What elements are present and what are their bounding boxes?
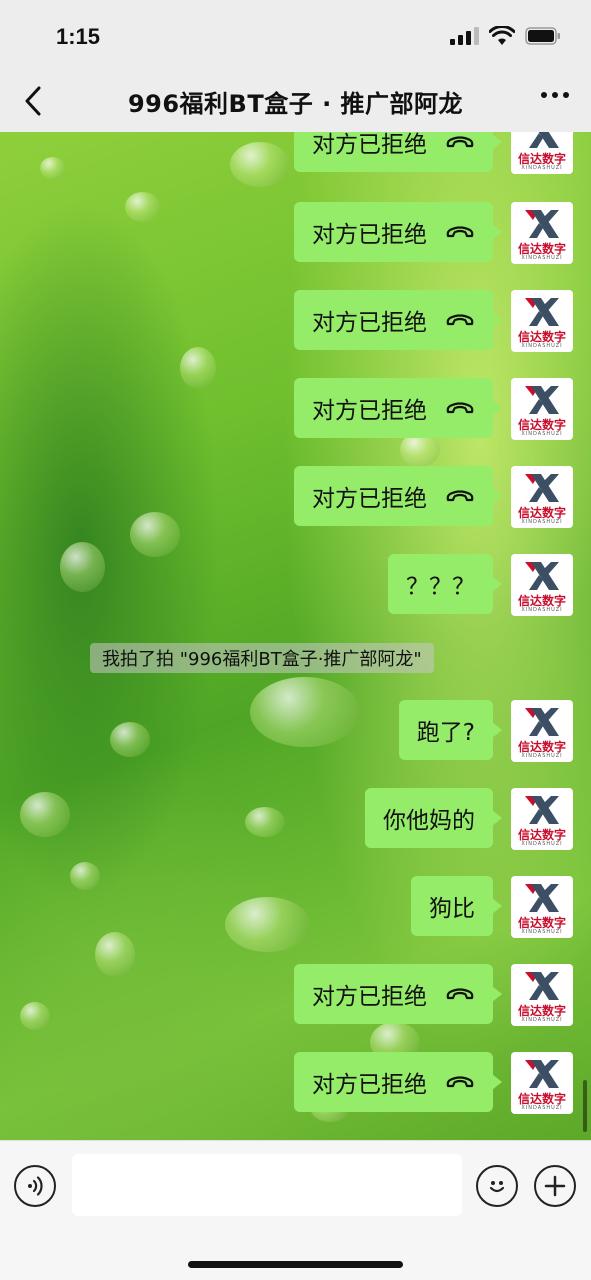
status-time: 1:15: [56, 24, 101, 49]
avatar[interactable]: 信达数字 XINDASHUZI: [511, 876, 573, 938]
message-row: 对方已拒绝 信达数字 XINDASHUZI: [294, 290, 573, 352]
message-text: 你他妈的: [383, 808, 475, 834]
brand-logo-icon: [525, 972, 559, 1000]
message-bubble[interactable]: 狗比: [411, 876, 502, 936]
avatar[interactable]: 信达数字 XINDASHUZI: [511, 466, 573, 528]
message-row: 对方已拒绝 信达数字 XINDASHUZI: [294, 202, 573, 264]
message-text: 对方已拒绝: [312, 398, 427, 424]
brand-logo-icon: [525, 298, 559, 326]
top-bar: 1:15 996福利BT盒子 · 推广部阿龙: [0, 0, 591, 132]
brand-name-en: XINDASHUZI: [521, 255, 563, 261]
brand-name-en: XINDASHUZI: [521, 841, 563, 847]
message-text: 对方已拒绝: [312, 310, 427, 336]
call-bubble[interactable]: 对方已拒绝: [294, 1052, 502, 1112]
message-bubble[interactable]: 跑了?: [398, 700, 503, 760]
avatar[interactable]: 信达数字 XINDASHUZI: [511, 554, 573, 616]
hangup-icon: [445, 225, 475, 239]
message-row: 对方已拒绝 信达数字 XINDASHUZI: [294, 378, 573, 440]
brand-logo-icon: [525, 210, 559, 238]
avatar[interactable]: 信达数字 XINDASHUZI: [511, 132, 573, 174]
system-message: 我拍了拍 "996福利BT盒子·推广部阿龙": [90, 643, 434, 673]
status-icons: [450, 26, 561, 46]
chat-area[interactable]: 对方已拒绝 信达数字 XINDASHUZI 对方已拒绝 信达数字 XINDASHUZI 对方…: [0, 132, 591, 1140]
chat-title: 996福利BT盒子 · 推广部阿龙: [127, 90, 464, 118]
message-row: 对方已拒绝 信达数字 XINDASHUZI: [294, 466, 573, 528]
voice-button[interactable]: [14, 1165, 56, 1207]
message-text: 狗比: [429, 896, 475, 922]
message-text: 跑了?: [416, 720, 475, 746]
avatar[interactable]: 信达数字 XINDASHUZI: [511, 700, 573, 762]
hangup-icon: [445, 135, 475, 149]
emoji-icon: [489, 1181, 505, 1193]
message-text: 对方已拒绝: [312, 222, 427, 248]
voice-icon: [28, 1176, 43, 1196]
brand-name-en: XINDASHUZI: [521, 519, 563, 525]
wifi-icon: [489, 26, 515, 46]
brand-logo-icon: [525, 796, 559, 824]
call-bubble[interactable]: 对方已拒绝: [294, 378, 502, 438]
brand-name-en: XINDASHUZI: [521, 607, 563, 613]
avatar[interactable]: 信达数字 XINDASHUZI: [511, 202, 573, 264]
brand-logo-icon: [529, 132, 559, 148]
message-input[interactable]: [72, 1154, 462, 1216]
plus-icon: [544, 1175, 566, 1197]
message-bubble[interactable]: 你他妈的: [365, 788, 502, 848]
scrollbar[interactable]: [583, 1080, 587, 1132]
hangup-icon: [445, 987, 475, 1001]
avatar[interactable]: 信达数字 XINDASHUZI: [511, 1052, 573, 1114]
message-bubble[interactable]: ？？？: [388, 554, 502, 614]
avatar[interactable]: 信达数字 XINDASHUZI: [511, 964, 573, 1026]
message-row: 狗比 信达数字 XINDASHUZI: [411, 876, 573, 938]
signal-icon: [450, 27, 479, 45]
message-text: 对方已拒绝: [312, 486, 427, 512]
call-bubble[interactable]: 对方已拒绝: [294, 132, 502, 172]
avatar[interactable]: 信达数字 XINDASHUZI: [511, 788, 573, 850]
message-row: ？？？ 信达数字 XINDASHUZI: [388, 554, 573, 616]
message-row: 对方已拒绝 信达数字 XINDASHUZI: [294, 964, 573, 1026]
brand-name-en: XINDASHUZI: [521, 431, 563, 437]
message-row: 对方已拒绝 信达数字 XINDASHUZI: [294, 1052, 573, 1114]
brand-name-en: XINDASHUZI: [521, 343, 563, 349]
hangup-icon: [445, 1075, 475, 1089]
more-button[interactable]: [541, 92, 569, 98]
brand-name-en: XINDASHUZI: [521, 165, 563, 171]
avatar[interactable]: 信达数字 XINDASHUZI: [511, 378, 573, 440]
message-text: 对方已拒绝: [312, 1072, 427, 1098]
message-text: 对方已拒绝: [312, 132, 427, 158]
call-bubble[interactable]: 对方已拒绝: [294, 290, 502, 350]
emoji-button[interactable]: [476, 1165, 518, 1207]
brand-logo-icon: [525, 1060, 559, 1088]
brand-logo-icon: [525, 386, 559, 414]
home-indicator: [188, 1261, 403, 1268]
call-bubble[interactable]: 对方已拒绝: [294, 964, 502, 1024]
plus-button[interactable]: [534, 1165, 576, 1207]
message-text: 对方已拒绝: [312, 984, 427, 1010]
hangup-icon: [445, 401, 475, 415]
call-bubble[interactable]: 对方已拒绝: [294, 202, 502, 262]
brand-logo-icon: [525, 562, 559, 590]
brand-name-en: XINDASHUZI: [521, 1017, 563, 1023]
hangup-icon: [445, 489, 475, 503]
brand-logo-icon: [525, 708, 559, 736]
message-text: ？？？: [406, 574, 475, 600]
avatar[interactable]: 信达数字 XINDASHUZI: [511, 290, 573, 352]
message-row: 跑了? 信达数字 XINDASHUZI: [398, 700, 573, 762]
more-icon: [541, 92, 547, 98]
hangup-icon: [445, 313, 475, 327]
battery-icon: [525, 27, 561, 45]
call-bubble[interactable]: 对方已拒绝: [294, 466, 502, 526]
brand-name-en: XINDASHUZI: [521, 929, 563, 935]
brand-name-en: XINDASHUZI: [521, 753, 563, 759]
input-bar: [0, 1140, 591, 1280]
brand-logo-icon: [525, 884, 559, 912]
message-row: 对方已拒绝 信达数字 XINDASHUZI: [294, 132, 573, 174]
brand-logo-icon: [525, 474, 559, 502]
message-row: 你他妈的 信达数字 XINDASHUZI: [365, 788, 573, 850]
brand-name-en: XINDASHUZI: [521, 1105, 563, 1111]
